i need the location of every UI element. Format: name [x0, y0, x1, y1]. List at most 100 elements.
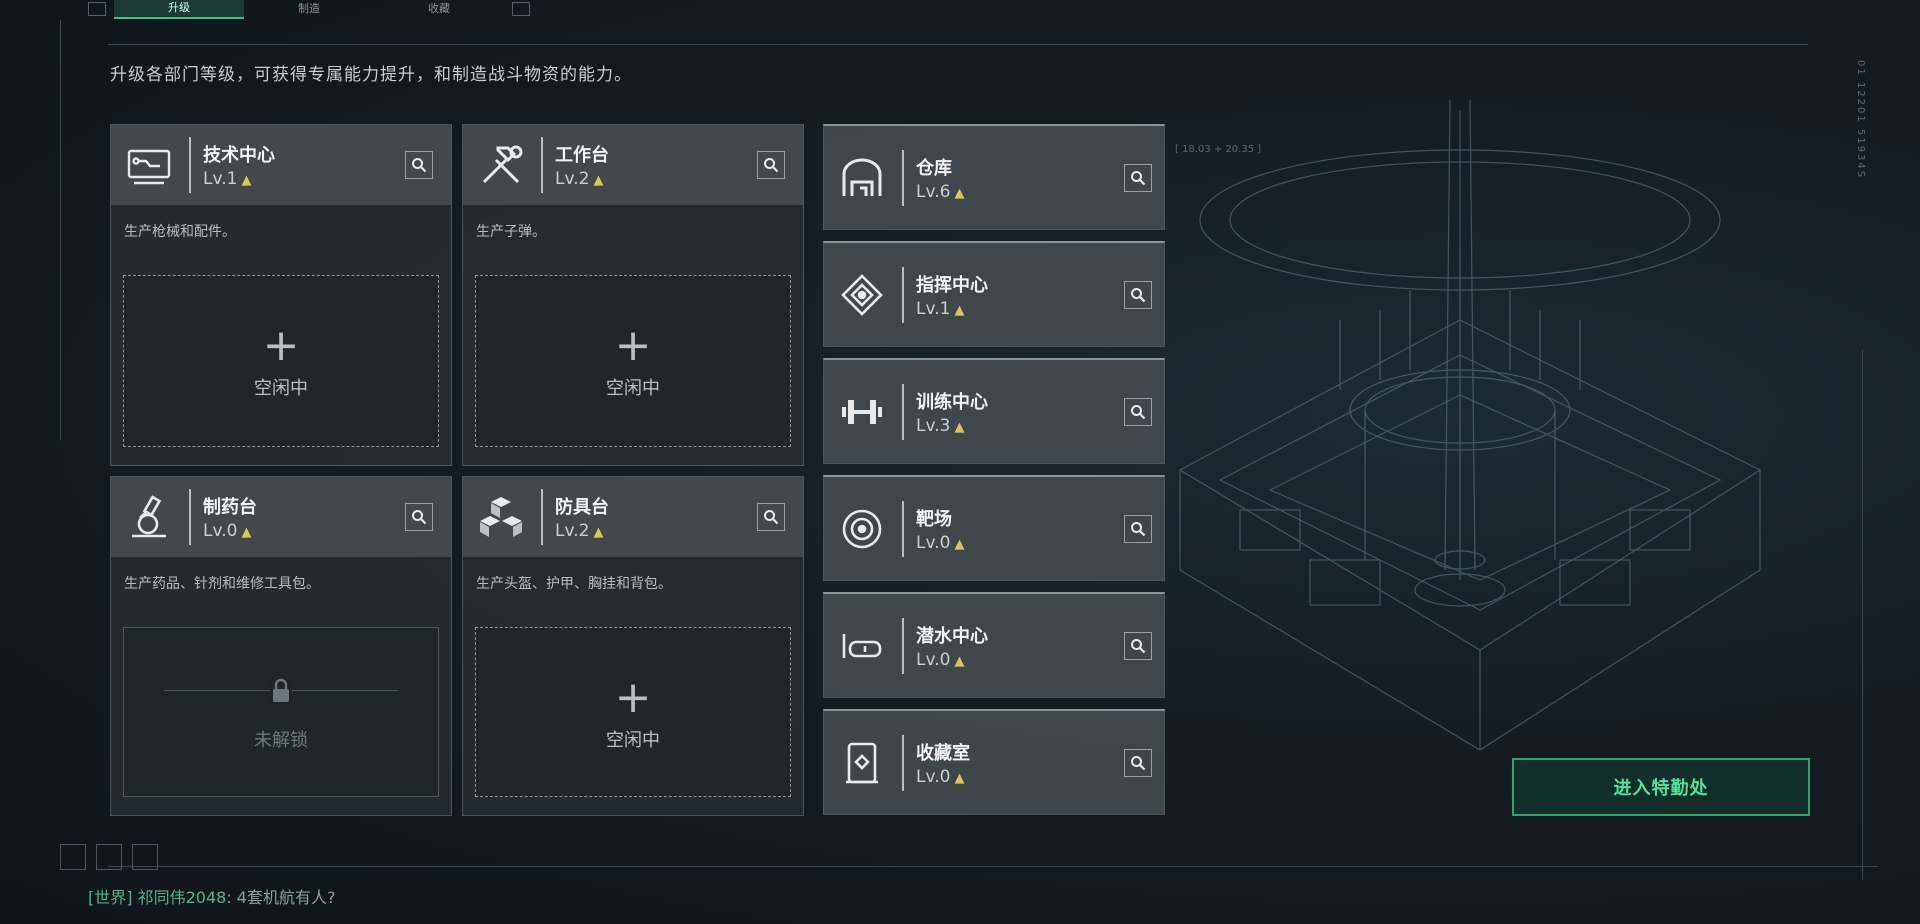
inspect-button[interactable] [1124, 749, 1152, 777]
facility-card-collection-room[interactable]: 收藏室 Lv.0 ▲ [823, 709, 1165, 815]
search-icon [764, 510, 779, 525]
level-chevron-icon: ▲ [593, 525, 604, 540]
product-description: 生产枪械和配件。 [124, 224, 236, 240]
top-divider [108, 44, 1808, 45]
chat-channel: [世界] [88, 888, 133, 907]
inspect-button[interactable] [1124, 632, 1152, 660]
product-description: 生产药品、针剂和维修工具包。 [124, 576, 320, 592]
level-chevron-icon: ▲ [954, 186, 965, 201]
dumbbell-icon [838, 388, 886, 436]
microscope-icon [125, 493, 173, 541]
facility-card-workbench[interactable]: 工作台 Lv.2 ▲ 生产子弹。 + 空闲中 [462, 124, 804, 466]
facility-level: Lv.0 ▲ [916, 650, 965, 670]
card-header: 制药台 Lv.0 ▲ [111, 477, 451, 557]
add-icon: + [262, 320, 300, 371]
tab-next-icon[interactable] [512, 2, 530, 16]
header-separator [902, 618, 904, 674]
tab-prev-icon[interactable] [88, 2, 106, 16]
inspect-button[interactable] [1124, 398, 1152, 426]
expand-icon[interactable] [60, 844, 86, 870]
slot-status: 空闲中 [254, 378, 308, 399]
facility-card-warehouse[interactable]: 仓库 Lv.6 ▲ [823, 124, 1165, 230]
inspect-button[interactable] [405, 151, 433, 179]
facility-name: 靶场 [916, 509, 952, 530]
tab-upgrade[interactable]: 升级 [114, 0, 244, 19]
facility-level: Lv.1 ▲ [203, 169, 252, 189]
enter-special-ops-button[interactable]: 进入特勤处 [1512, 758, 1810, 816]
inspect-button[interactable] [1124, 164, 1152, 192]
product-description: 生产头盔、护甲、胸挂和背包。 [476, 576, 672, 592]
left-frame-line [60, 20, 61, 440]
bottom-frame-line [108, 866, 1878, 867]
facility-card-diving-center[interactable]: 潜水中心 Lv.0 ▲ [823, 592, 1165, 698]
header-separator [189, 137, 191, 193]
slot-status: 空闲中 [606, 378, 660, 399]
tab-collection[interactable]: 收藏 [374, 0, 504, 18]
header-separator [902, 267, 904, 323]
search-icon [1131, 756, 1146, 771]
facility-name: 制药台 [203, 497, 257, 518]
chat-text: : 4套机航有人? [226, 888, 336, 907]
header-separator [902, 384, 904, 440]
facility-level: Lv.0 ▲ [916, 533, 965, 553]
facility-card-command-center[interactable]: 指挥中心 Lv.1 ▲ [823, 241, 1165, 347]
facility-card-armor-bench[interactable]: 防具台 Lv.2 ▲ 生产头盔、护甲、胸挂和背包。 + 空闲中 [462, 476, 804, 816]
cubes-icon [477, 493, 525, 541]
top-tab-bar: 升级 制造 收藏 [80, 0, 538, 19]
facility-name: 指挥中心 [916, 275, 988, 296]
base-hologram-illustration [1178, 99, 1762, 751]
level-chevron-icon: ▲ [241, 173, 252, 188]
facility-level: Lv.1 ▲ [916, 299, 965, 319]
facility-card-training-center[interactable]: 训练中心 Lv.3 ▲ [823, 358, 1165, 464]
inspect-button[interactable] [405, 503, 433, 531]
search-icon [1131, 522, 1146, 537]
inspect-button[interactable] [757, 503, 785, 531]
production-slot[interactable]: + 空闲中 [475, 275, 791, 447]
chat-mode-icon[interactable] [96, 844, 122, 870]
search-icon [1131, 171, 1146, 186]
inspect-button[interactable] [1124, 515, 1152, 543]
facility-name: 收藏室 [916, 743, 970, 764]
hammer-wrench-icon [477, 141, 525, 189]
search-icon [412, 510, 427, 525]
slot-status: 未解锁 [254, 730, 308, 751]
facility-card-pharmacy[interactable]: 制药台 Lv.0 ▲ 生产药品、针剂和维修工具包。 未解锁 [110, 476, 452, 816]
search-icon [1131, 405, 1146, 420]
tech-center-icon [125, 141, 173, 189]
settings-icon[interactable] [132, 844, 158, 870]
header-separator [189, 489, 191, 545]
add-icon: + [614, 320, 652, 371]
product-description: 生产子弹。 [476, 224, 546, 240]
level-chevron-icon: ▲ [954, 420, 965, 435]
target-icon [838, 505, 886, 553]
inspect-button[interactable] [1124, 281, 1152, 309]
search-icon [412, 158, 427, 173]
facility-level: Lv.0 ▲ [203, 521, 252, 541]
facility-name: 潜水中心 [916, 626, 988, 647]
level-chevron-icon: ▲ [954, 654, 965, 669]
bottom-icon-bar [60, 844, 158, 870]
header-separator [541, 137, 543, 193]
production-slot[interactable]: + 空闲中 [475, 627, 791, 797]
chat-user: 祁同伟2048 [137, 888, 227, 907]
lock-icon [270, 678, 292, 704]
tab-craft[interactable]: 制造 [244, 0, 374, 18]
facility-level: Lv.3 ▲ [916, 416, 965, 436]
level-chevron-icon: ▲ [593, 173, 604, 188]
facility-name: 训练中心 [916, 392, 988, 413]
facility-level: Lv.0 ▲ [916, 767, 965, 787]
header-separator [541, 489, 543, 545]
locked-slot: 未解锁 [123, 627, 439, 797]
card-header: 防具台 Lv.2 ▲ [463, 477, 803, 557]
page-description: 升级各部门等级，可获得专属能力提升，和制造战斗物资的能力。 [110, 65, 632, 85]
search-icon [764, 158, 779, 173]
slot-status: 空闲中 [606, 730, 660, 751]
warehouse-icon [838, 154, 886, 202]
facility-card-tech-center[interactable]: 技术中心 Lv.1 ▲ 生产枪械和配件。 + 空闲中 [110, 124, 452, 466]
inspect-button[interactable] [757, 151, 785, 179]
production-slot[interactable]: + 空闲中 [123, 275, 439, 447]
header-separator [902, 150, 904, 206]
facility-name: 防具台 [555, 497, 609, 518]
facility-card-shooting-range[interactable]: 靶场 Lv.0 ▲ [823, 475, 1165, 581]
chat-message[interactable]: [世界] 祁同伟2048: 4套机航有人? [88, 884, 335, 908]
